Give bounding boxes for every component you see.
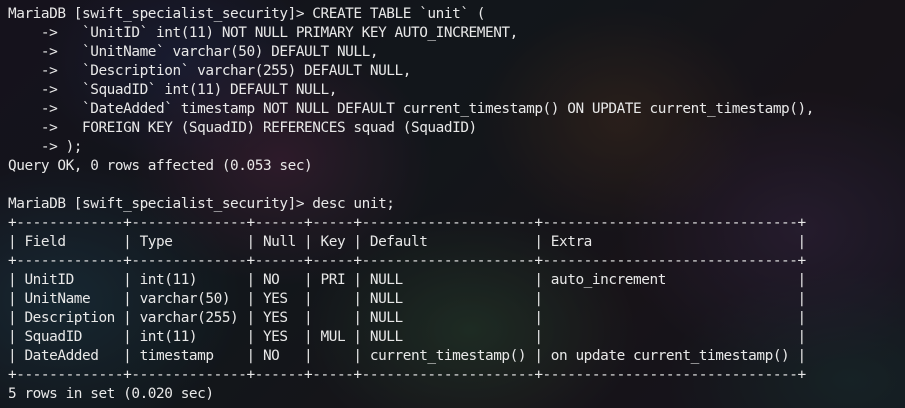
continuation-line-squadid: -> `SquadID` int(11) DEFAULT NULL,: [8, 82, 338, 98]
continuation-line-close: -> );: [8, 139, 83, 155]
continuation-line-foreign-key: -> FOREIGN KEY (SquadID) REFERENCES squa…: [8, 120, 477, 136]
desc-unit-prompt-line: MariaDB [swift_specialist_security]> des…: [8, 196, 395, 212]
table-border-top: +-------------+--------------+------+---…: [8, 215, 806, 231]
continuation-line-unitid: -> `UnitID` int(11) NOT NULL PRIMARY KEY…: [8, 25, 518, 41]
table-border-bottom: +-------------+--------------+------+---…: [8, 367, 806, 383]
table-border-header: +-------------+--------------+------+---…: [8, 253, 806, 269]
create-table-prompt-line: MariaDB [swift_specialist_security]> CRE…: [8, 6, 485, 22]
table-header-row: | Field | Type | Null | Key | Default | …: [8, 234, 806, 250]
table-row-unitname: | UnitName | varchar(50) | YES | | NULL …: [8, 291, 806, 307]
continuation-line-unitname: -> `UnitName` varchar(50) DEFAULT NULL,: [8, 44, 379, 60]
query-ok-status-line: Query OK, 0 rows affected (0.053 sec): [8, 158, 313, 174]
table-row-description: | Description | varchar(255) | YES | | N…: [8, 310, 806, 326]
continuation-line-dateadded: -> `DateAdded` timestamp NOT NULL DEFAUL…: [8, 101, 815, 117]
continuation-line-description: -> `Description` varchar(255) DEFAULT NU…: [8, 63, 412, 79]
terminal-output[interactable]: MariaDB [swift_specialist_security]> CRE…: [8, 5, 905, 408]
table-row-squadid: | SquadID | int(11) | YES | MUL | NULL |…: [8, 329, 806, 345]
table-row-dateadded: | DateAdded | timestamp | NO | | current…: [8, 348, 806, 364]
rows-in-set-status-line: 5 rows in set (0.020 sec): [8, 386, 214, 402]
table-row-unitid: | UnitID | int(11) | NO | PRI | NULL | a…: [8, 272, 806, 288]
